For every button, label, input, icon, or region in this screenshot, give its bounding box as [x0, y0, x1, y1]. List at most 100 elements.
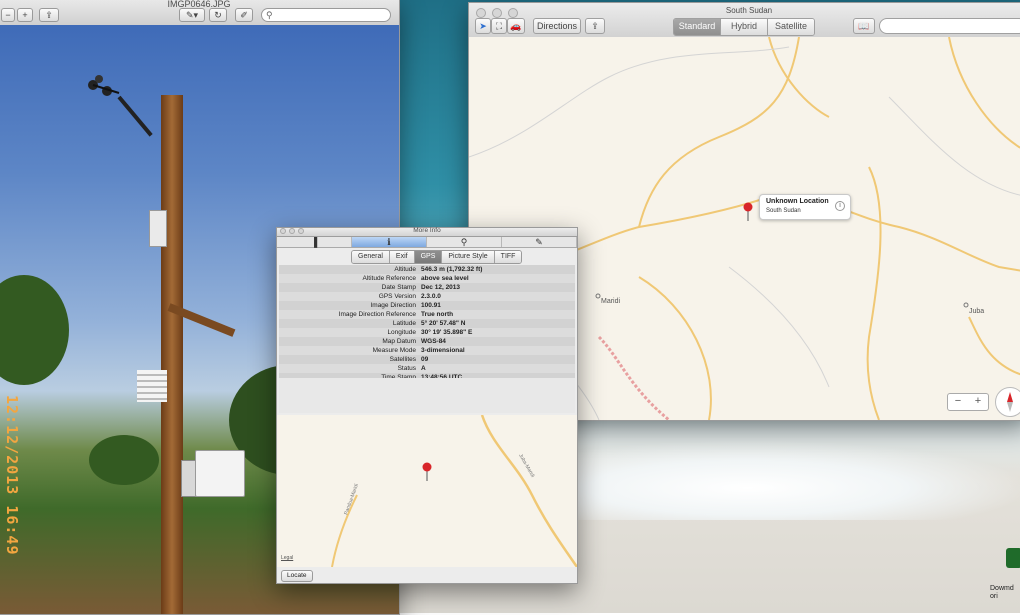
traffic-icon[interactable]: 🚗 [507, 18, 525, 34]
maps-search-input[interactable] [879, 18, 1020, 34]
info-title: More Info [413, 227, 441, 234]
place-label-maridi: Maridi [601, 298, 621, 305]
info-map[interactable]: Juba-Maridi Pandua-Maridi Legal [277, 415, 577, 567]
table-row: GPS Version 2.3.0.0 [279, 292, 575, 301]
view-hybrid[interactable]: Hybrid [721, 19, 768, 35]
sensor-mast [117, 95, 153, 137]
row-key: Satellites [389, 356, 416, 363]
preview-titlebar: IMGP0646.JPG − + ⇪ ✎▾ ↻ ✐ ⚲ [0, 0, 399, 26]
info-tabs: ▐ ℹ ⚲ ✎ [277, 237, 577, 248]
info-subtabs: General Exif GPS Picture Style TIFF [351, 250, 523, 264]
radiation-shield [137, 370, 167, 402]
info-titlebar: More Info [277, 227, 577, 237]
table-row: Altitude 546.3 m (1,792.32 ft) [279, 265, 575, 274]
subtab-exif[interactable]: Exif [389, 251, 415, 263]
wave-foam [560, 440, 1020, 520]
row-key: GPS Version [378, 293, 416, 300]
edit-icon[interactable]: ✐ [235, 8, 253, 22]
view-mode-selector: Standard Hybrid Satellite [673, 18, 815, 36]
row-key: Status [397, 365, 416, 372]
row-key: Altitude Reference [362, 275, 416, 282]
rotate-icon[interactable]: ↻ [209, 8, 227, 22]
tab-general-icon[interactable]: ▐ [277, 237, 352, 247]
table-row: Measure Mode 3-dimensional [279, 346, 575, 355]
locate-button[interactable]: Locate [281, 570, 313, 582]
tab-edit-icon[interactable]: ✎ [502, 237, 577, 247]
row-value: 3-dimensional [421, 347, 465, 354]
map-pin-icon[interactable] [743, 202, 753, 212]
maps-toolbar: South Sudan ➤ ⛶ 🚗 Directions ⇪ Standard … [469, 3, 1020, 38]
icon-label-line1: Dowmd [990, 585, 1014, 592]
location-callout[interactable]: Unknown Location South Sudan i [759, 194, 851, 220]
table-row: Satellites 09 [279, 355, 575, 364]
row-value: 09 [421, 356, 429, 363]
row-value: 5° 20' 57.48" N [421, 320, 466, 327]
share-icon[interactable]: ⇪ [39, 8, 59, 22]
location-arrow-icon[interactable]: ➤ [475, 18, 491, 34]
row-key: Longitude [387, 329, 416, 336]
preview-search-input[interactable]: ⚲ [261, 8, 391, 22]
table-row: Altitude Reference above sea level [279, 274, 575, 283]
compass-icon[interactable] [995, 387, 1020, 417]
info-map-roads: Juba-Maridi Pandua-Maridi [331, 415, 577, 567]
tree-left [0, 275, 69, 385]
table-row: Map Datum WGS-84 [279, 337, 575, 346]
subtab-general[interactable]: General [352, 251, 390, 263]
row-key: Measure Mode [372, 347, 416, 354]
view-standard[interactable]: Standard [674, 19, 721, 35]
pen-menu-icon[interactable]: ✎▾ [179, 8, 205, 22]
tab-search-icon[interactable]: ⚲ [427, 237, 502, 247]
map-pin-icon[interactable] [422, 462, 432, 472]
subtab-picture-style[interactable]: Picture Style [442, 251, 495, 263]
row-key: Latitude [392, 320, 416, 327]
row-value: WGS-84 [421, 338, 446, 345]
info-icon[interactable]: i [835, 201, 845, 211]
app-icon[interactable] [1006, 548, 1020, 568]
close-button[interactable] [476, 8, 486, 18]
table-row: Image Direction Reference True north [279, 310, 575, 319]
zoom-in-icon[interactable]: + [17, 8, 33, 22]
row-value: True north [421, 311, 454, 318]
maps-title: South Sudan [725, 6, 773, 15]
timestamp-overlay: 12:12/2013 16:49 [3, 395, 21, 556]
directions-button[interactable]: Directions [533, 18, 581, 34]
table-row: Image Direction 100.91 [279, 301, 575, 310]
zoom-control: − + [947, 393, 989, 411]
table-row: Latitude 5° 20' 57.48" N [279, 319, 575, 328]
row-key: Image Direction Reference [338, 311, 416, 318]
zoom-out-icon[interactable]: − [1, 8, 15, 22]
callout-title: Unknown Location [766, 198, 829, 205]
view-satellite[interactable]: Satellite [768, 19, 814, 35]
callout-subtitle: South Sudan [766, 208, 801, 214]
window-controls [476, 8, 518, 18]
bush [89, 435, 159, 485]
row-key: Map Datum [382, 338, 416, 345]
subtab-tiff[interactable]: TIFF [494, 251, 522, 263]
table-row: Date Stamp Dec 12, 2013 [279, 283, 575, 292]
minimize-button[interactable] [492, 8, 502, 18]
row-key: Date Stamp [381, 284, 416, 291]
legal-link[interactable]: Legal [281, 555, 293, 561]
row-key: Altitude [394, 266, 416, 273]
road-label-pandua-maridi: Pandua-Maridi [343, 483, 360, 516]
wooden-pole [161, 95, 183, 614]
share-icon[interactable]: ⇪ [585, 18, 605, 34]
row-value: 2.3.0.0 [421, 293, 441, 300]
row-value: A [421, 365, 426, 372]
desktop-icon-label: Dowmd ori [990, 585, 1020, 601]
table-row: Status A [279, 364, 575, 373]
place-label-juba: Juba [969, 308, 984, 315]
tab-info-icon[interactable]: ℹ [352, 237, 427, 247]
maximize-button[interactable] [508, 8, 518, 18]
subtab-gps[interactable]: GPS [414, 251, 443, 263]
sensor-box [149, 210, 167, 247]
more-info-panel: More Info ▐ ℹ ⚲ ✎ General Exif GPS Pictu… [276, 227, 578, 584]
bookmarks-icon[interactable]: 📖 [853, 18, 875, 34]
3d-icon[interactable]: ⛶ [491, 18, 507, 34]
table-row: Longitude 30° 19' 35.898" E [279, 328, 575, 337]
rain-gauge [195, 450, 245, 497]
icon-label-line2: ori [990, 593, 998, 600]
zoom-in-button[interactable]: + [968, 394, 988, 410]
row-key: Image Direction [370, 302, 416, 309]
zoom-out-button[interactable]: − [948, 394, 968, 410]
